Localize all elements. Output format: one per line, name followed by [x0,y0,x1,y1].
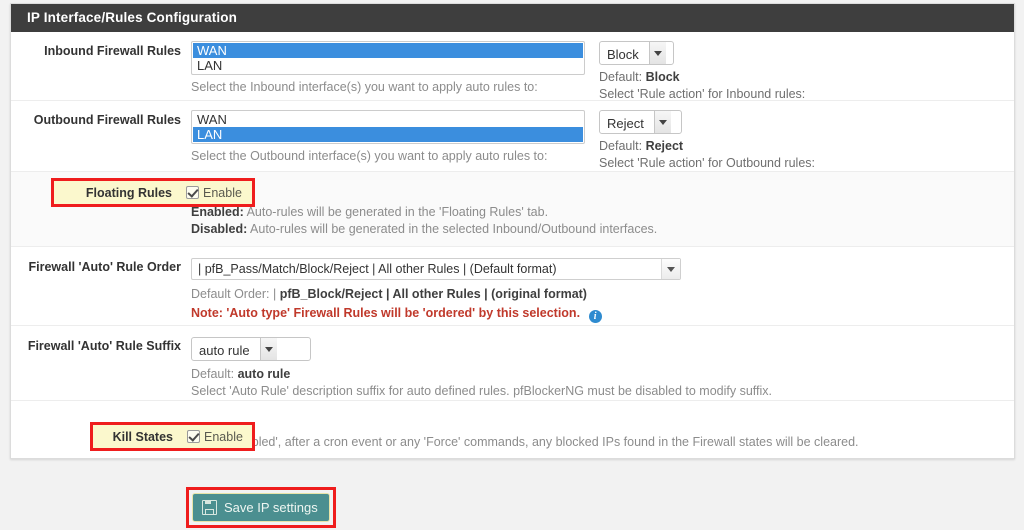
kill-states-control-cell: When 'Enabled', after a cron event or an… [191,401,1014,458]
outbound-option-lan[interactable]: LAN [193,127,583,142]
outbound-action-default-prefix: Default: [599,139,643,153]
floating-rules-help-enabled: Enabled: Auto-rules will be generated in… [191,204,1014,221]
kill-states-highlight: Kill States Enable [90,422,255,451]
outbound-option-wan[interactable]: WAN [193,112,583,127]
save-button-highlight: Save IP settings [186,487,336,528]
floating-rules-disabled-key: Disabled: [191,222,248,236]
floating-rules-checkbox[interactable]: Enable [186,186,242,200]
row-rule-order: Firewall 'Auto' Rule Order | pfB_Pass/Ma… [11,247,1014,326]
outbound-interface-listbox[interactable]: WAN LAN [191,110,585,144]
outbound-action-default-value: Reject [645,139,684,153]
check-icon[interactable] [186,186,199,199]
rule-order-select[interactable]: | pfB_Pass/Match/Block/Reject | All othe… [191,258,681,280]
rule-order-default-value: pfB_Block/Reject | All other Rules | (or… [279,287,587,301]
chevron-down-icon[interactable] [661,259,680,279]
chevron-down-icon[interactable] [648,42,666,64]
floating-rules-control-cell: Enabled: Auto-rules will be generated in… [191,172,1014,246]
ip-interface-rules-panel: IP Interface/Rules Configuration Inbound… [10,3,1015,459]
kill-states-checkbox[interactable]: Enable [187,430,243,444]
outbound-action-default: Default: Reject [599,138,1014,155]
inbound-action-value: Block [607,46,639,62]
outbound-action-cell: Reject Default: Reject Select 'Rule acti… [599,101,1014,171]
rule-suffix-default-prefix: Default: [191,367,235,381]
kill-states-label: Kill States [112,429,173,444]
check-icon[interactable] [187,430,200,443]
rule-suffix-help: Select 'Auto Rule' description suffix fo… [191,384,772,398]
rule-order-default-prefix: Default Order: | [191,287,280,301]
rule-order-control-cell: | pfB_Pass/Match/Block/Reject | All othe… [191,247,1014,325]
inbound-help-text: Select the Inbound interface(s) you want… [191,80,538,94]
inbound-action-cell: Block Default: Block Select 'Rule action… [599,32,1014,101]
save-ip-settings-button[interactable]: Save IP settings [192,493,330,522]
kill-states-help: When 'Enabled', after a cron event or an… [191,435,859,449]
inbound-option-wan[interactable]: WAN [193,43,583,58]
inbound-label: Inbound Firewall Rules [44,44,181,58]
inbound-control-cell: WAN LAN Select the Inbound interface(s) … [191,32,599,100]
rule-order-note-line: Note: 'Auto type' Firewall Rules will be… [191,305,1014,323]
floating-rules-highlight: Floating Rules Enable [51,178,255,207]
outbound-action-value: Reject [607,115,644,131]
floating-rules-checkbox-label: Enable [203,185,242,200]
inbound-action-select[interactable]: Block [599,41,674,65]
kill-states-checkbox-label: Enable [204,429,243,444]
inbound-action-default-value: Block [645,70,680,84]
inbound-action-default-prefix: Default: [599,70,643,84]
rule-suffix-value: auto rule [199,342,250,358]
rule-order-note: Note: 'Auto type' Firewall Rules will be… [191,306,581,320]
outbound-control-cell: WAN LAN Select the Outbound interface(s)… [191,101,599,171]
inbound-interface-listbox[interactable]: WAN LAN [191,41,585,75]
floating-rules-enabled-key: Enabled: [191,205,244,219]
panel-title: IP Interface/Rules Configuration [11,4,1014,32]
rule-order-default: Default Order: | pfB_Block/Reject | All … [191,286,1014,303]
outbound-help-text: Select the Outbound interface(s) you wan… [191,149,548,163]
rule-order-value: | pfB_Pass/Match/Block/Reject | All othe… [198,262,557,276]
outbound-action-select[interactable]: Reject [599,110,682,134]
rule-suffix-control-cell: auto rule Default: auto rule Select 'Aut… [191,326,1014,400]
outbound-action-help: Select 'Rule action' for Outbound rules: [599,156,816,170]
chevron-down-icon[interactable] [653,111,671,133]
rule-suffix-label: Firewall 'Auto' Rule Suffix [27,339,181,353]
floating-rules-disabled-text: Auto-rules will be generated in the sele… [247,222,658,236]
panel-body: Inbound Firewall Rules WAN LAN Select th… [11,32,1014,458]
rule-suffix-default-value: auto rule [237,367,291,381]
rule-suffix-select[interactable]: auto rule [191,337,311,361]
inbound-action-default: Default: Block [599,69,1014,86]
outbound-label: Outbound Firewall Rules [33,113,181,127]
inbound-option-lan[interactable]: LAN [193,58,583,73]
floppy-disk-icon [202,500,217,515]
floating-rules-help-disabled: Disabled: Auto-rules will be generated i… [191,221,1014,238]
row-inbound-firewall-rules: Inbound Firewall Rules WAN LAN Select th… [11,32,1014,101]
row-rule-suffix: Firewall 'Auto' Rule Suffix auto rule De… [11,326,1014,401]
rule-suffix-default: Default: auto rule [191,366,1014,383]
row-outbound-firewall-rules: Outbound Firewall Rules WAN LAN Select t… [11,101,1014,172]
floating-rules-enabled-text: Auto-rules will be generated in the 'Flo… [243,205,549,219]
rule-order-label: Firewall 'Auto' Rule Order [28,260,182,274]
save-button-label: Save IP settings [224,500,318,515]
chevron-down-icon[interactable] [259,338,277,360]
page-root: IP Interface/Rules Configuration Inbound… [0,0,1024,530]
floating-rules-label: Floating Rules [85,185,172,200]
info-icon[interactable]: i [588,310,602,323]
